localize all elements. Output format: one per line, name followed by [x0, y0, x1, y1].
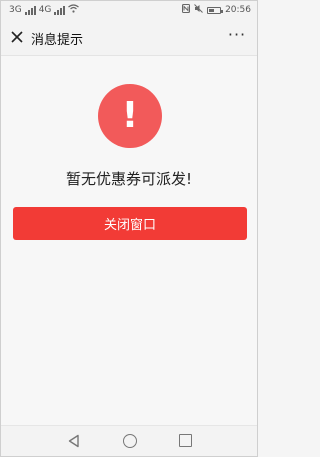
signal-icon	[24, 5, 36, 15]
mute-icon	[194, 4, 203, 16]
close-button[interactable]	[7, 27, 27, 47]
nav-bar	[1, 425, 257, 456]
close-window-button[interactable]: 关闭窗口	[13, 207, 247, 240]
status-bar: 3G 4G 20:56	[1, 1, 257, 19]
close-icon	[11, 31, 23, 43]
alert-icon: !	[98, 84, 162, 148]
exclamation-icon: !	[121, 95, 139, 136]
main-content: ! 暂无优惠券可派发! 关闭窗口	[1, 56, 257, 426]
battery-icon	[207, 6, 224, 14]
header: 消息提示 ···	[1, 19, 257, 56]
nfc-icon	[182, 4, 191, 16]
status-left: 3G 4G	[9, 4, 80, 16]
screen: 3G 4G 20:56 消息提示 ··· ! 暂无优惠券可派发! 关闭窗口	[0, 0, 258, 457]
wifi-icon	[68, 4, 80, 16]
home-icon[interactable]	[123, 434, 137, 448]
more-icon: ···	[227, 25, 247, 44]
clock: 20:56	[225, 5, 251, 15]
more-button[interactable]: ···	[227, 27, 247, 47]
message-text: 暂无优惠券可派发!	[65, 170, 192, 188]
sim2-label: 4G	[38, 5, 52, 15]
back-icon[interactable]	[67, 434, 81, 448]
signal-icon-2	[54, 5, 66, 15]
sim1-label: 3G	[9, 5, 22, 15]
status-right: 20:56	[182, 4, 251, 16]
recent-apps-icon[interactable]	[179, 434, 192, 447]
page-title: 消息提示	[31, 33, 84, 48]
